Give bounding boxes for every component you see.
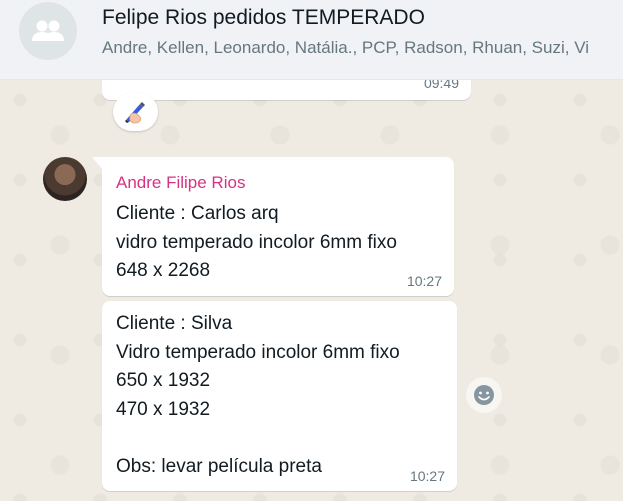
group-avatar-icon[interactable]	[19, 2, 77, 60]
message-line: 648 x 2268	[116, 260, 211, 281]
smiley-icon	[474, 385, 494, 405]
message-line: vidro temperado incolor 6mm fixo	[116, 231, 397, 253]
message-line: 650 x 1932	[116, 370, 211, 391]
sender-avatar[interactable]	[43, 157, 87, 201]
message-line: Vidro temperado incolor 6mm fixo	[116, 341, 400, 363]
reaction-badge[interactable]	[113, 93, 158, 131]
sender-name[interactable]: Andre Filipe Rios	[116, 171, 245, 195]
message-time: 10:27	[409, 468, 445, 484]
message-line: Cliente : Carlos arq	[116, 203, 279, 224]
message-line: Obs: levar película preta	[116, 455, 322, 477]
message-line: Cliente : Silva	[116, 313, 233, 334]
message-bubble[interactable]: Cliente : Silva Vidro temperado incolor …	[102, 301, 457, 491]
writing-hand-emoji-icon	[124, 102, 145, 124]
message-time: 10:27	[406, 273, 442, 289]
group-title[interactable]: Felipe Rios pedidos TEMPERADO	[102, 6, 425, 30]
message-bubble[interactable]: Andre Filipe Rios Cliente : Carlos arq v…	[102, 157, 454, 296]
group-members[interactable]: Andre, Kellen, Leonardo, Natália., PCP, …	[102, 38, 589, 58]
chat-header[interactable]: Felipe Rios pedidos TEMPERADO Andre, Kel…	[0, 0, 623, 80]
message-line	[116, 424, 400, 453]
react-emoji-button[interactable]	[466, 377, 502, 413]
message-line: 470 x 1932	[116, 398, 211, 420]
